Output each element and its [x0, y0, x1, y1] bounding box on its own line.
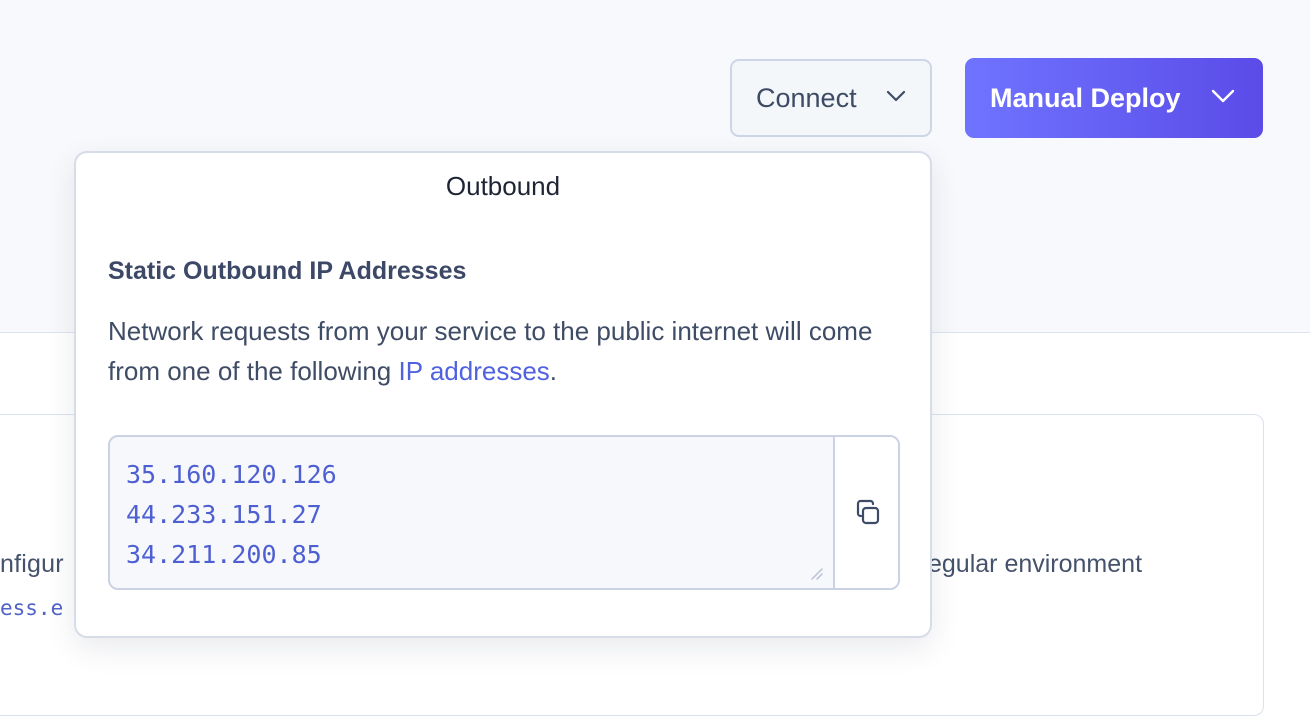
chevron-down-icon: [886, 90, 906, 102]
ip-address-textarea[interactable]: 35.160.120.126 44.233.151.27 34.211.200.…: [110, 437, 833, 588]
card-text-fragment-left: nfigur: [0, 550, 64, 578]
copy-button[interactable]: [833, 437, 898, 588]
description-period: .: [549, 356, 558, 386]
ip-addresses-link[interactable]: IP addresses: [399, 356, 550, 386]
popover-title: Outbound: [445, 171, 561, 201]
ip-address-line: 44.233.151.27: [126, 500, 322, 529]
static-ip-description: Network requests from your service to th…: [108, 311, 888, 391]
ip-address-line: 34.211.200.85: [126, 540, 322, 569]
copy-icon: [856, 499, 879, 524]
static-ip-heading: Static Outbound IP Addresses: [108, 257, 467, 285]
card-code-fragment: ess.e: [0, 596, 64, 620]
connect-button[interactable]: Connect: [730, 59, 932, 137]
resize-grip-icon[interactable]: [809, 566, 823, 580]
chevron-down-icon: [1211, 89, 1235, 103]
ip-address-field: 35.160.120.126 44.233.151.27 34.211.200.…: [108, 435, 900, 590]
manual-deploy-button[interactable]: Manual Deploy: [965, 58, 1263, 138]
connect-button-label: Connect: [756, 82, 857, 113]
outbound-popover: Outbound Static Outbound IP Addresses Ne…: [74, 151, 932, 638]
card-text-fragment-right: egular environment: [928, 550, 1143, 578]
manual-deploy-label: Manual Deploy: [990, 82, 1181, 113]
ip-address-line: 35.160.120.126: [126, 460, 337, 489]
